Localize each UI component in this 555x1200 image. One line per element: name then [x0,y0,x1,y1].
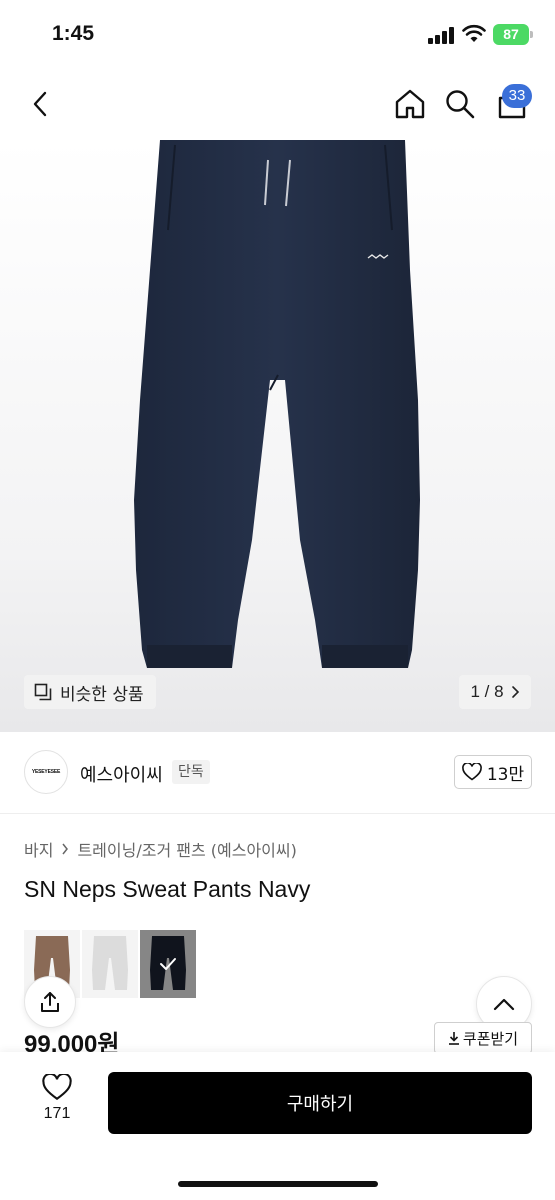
brand-logo[interactable]: YESEYESEE [24,750,68,794]
wishlist-count: 171 [43,1105,71,1122]
battery-indicator: 87 [493,24,529,45]
category-breadcrumb: 바지 트레이닝/조거 팬츠 (예스아이씨) [24,837,297,861]
breadcrumb-category[interactable]: 바지 [24,837,53,861]
chevron-right-icon [62,843,69,855]
color-swatch-gray[interactable] [82,930,138,998]
product-title: SN Neps Sweat Pants Navy [24,876,311,902]
product-image [134,140,420,668]
similar-products-label: 비슷한 상품 [60,684,144,705]
buy-button[interactable]: 구매하기 [108,1072,532,1134]
battery-tip [530,31,533,38]
image-pager[interactable]: 1 / 8 [459,675,531,709]
brand-like-button[interactable]: 13만 [454,755,532,789]
exclusive-badge: 단독 [172,760,210,784]
purchase-bar: 171 구매하기 [0,1052,555,1200]
heart-icon [461,763,482,781]
status-bar: 1:45 87 [0,0,555,70]
share-icon [41,992,59,1012]
breadcrumb-subcategory[interactable]: 트레이닝/조거 팬츠 (예스아이씨) [77,837,296,861]
wishlist-button[interactable]: 171 [30,1074,84,1123]
cart-count-badge: 33 [502,84,532,108]
coupon-label: 쿠폰받기 [462,1029,519,1048]
color-swatch-navy[interactable] [140,930,196,998]
brand-name[interactable]: 예스아이씨 [80,761,163,787]
share-button[interactable] [24,976,76,1028]
check-icon [160,958,176,970]
chevron-right-icon [511,686,519,698]
status-time: 1:45 [52,22,95,45]
brand-like-count: 13만 [486,764,525,785]
brand-row: YESEYESEE 예스아이씨 단독 13만 [0,732,555,814]
wifi-icon [462,24,486,44]
home-indicator [178,1181,378,1187]
coupon-download-button[interactable]: 쿠폰받기 [434,1022,532,1054]
top-navigation [0,70,555,140]
home-icon[interactable] [392,86,428,122]
download-icon [448,1032,459,1045]
cellular-signal-icon [428,26,456,44]
chevron-left-icon[interactable] [22,86,58,122]
product-image-carousel[interactable] [0,140,555,732]
image-pager-count: 1 / 8 [470,682,504,701]
chevron-up-icon [493,998,515,1011]
similar-items-icon [34,683,52,701]
similar-products-button[interactable]: 비슷한 상품 [24,675,156,709]
search-icon[interactable] [442,86,478,122]
heart-icon [42,1074,72,1101]
swatch-thumbnail [92,936,128,990]
